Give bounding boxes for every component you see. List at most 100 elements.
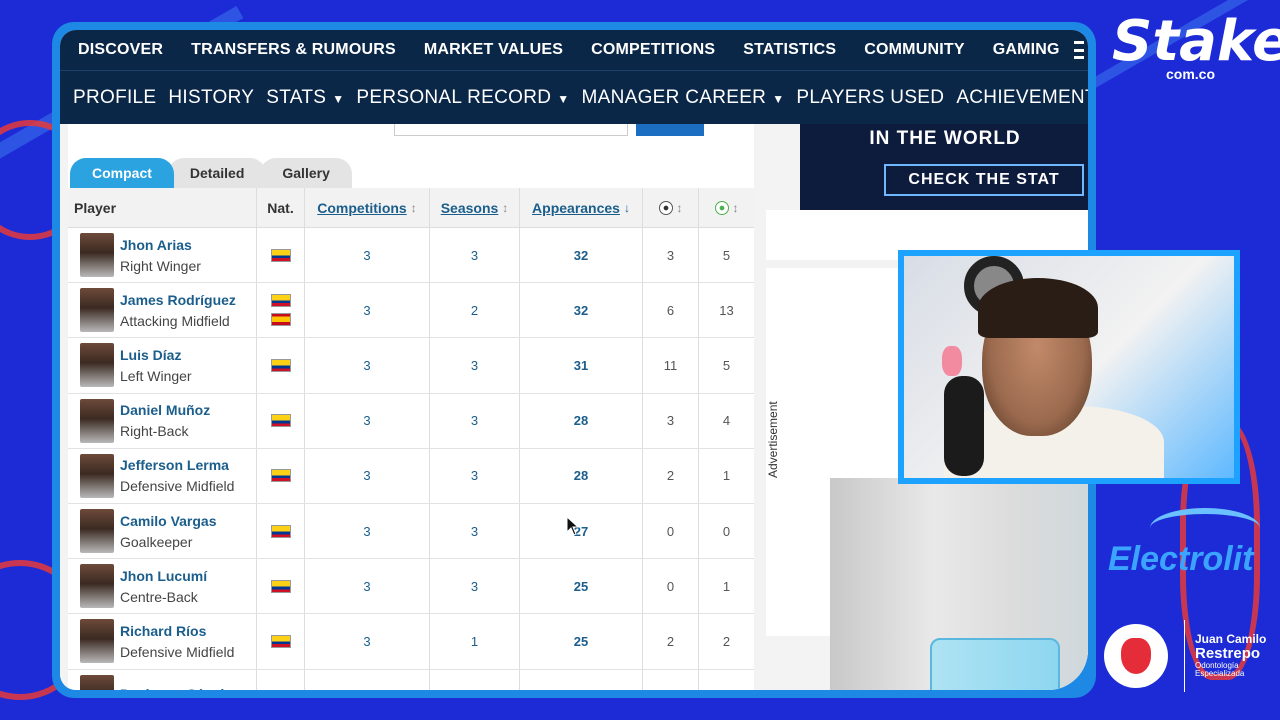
header-nationality: Nat. xyxy=(256,188,304,227)
player-name-link[interactable]: James Rodríguez xyxy=(120,292,236,308)
appearances-cell[interactable]: 25 xyxy=(519,614,642,669)
appearances-cell[interactable]: 31 xyxy=(519,338,642,393)
seasons-cell: 3 xyxy=(429,228,519,283)
player-cell: Richard Ríos Defensive Midfield xyxy=(68,614,256,668)
nationality-cell xyxy=(256,338,304,393)
player-avatar[interactable] xyxy=(80,619,114,664)
sort-seasons-link[interactable]: Seasons xyxy=(441,200,499,216)
competitions-cell[interactable]: 3 xyxy=(304,559,429,614)
player-name-link[interactable]: Jhon Lucumí xyxy=(120,568,207,584)
tab-compact[interactable]: Compact xyxy=(70,158,174,188)
sub-nav-item[interactable]: PROFILE xyxy=(73,87,162,109)
player-avatar[interactable] xyxy=(80,453,114,498)
header-seasons[interactable]: Seasons ↕ xyxy=(429,188,519,227)
toy-decor xyxy=(942,346,962,376)
divider xyxy=(1184,620,1185,692)
appearances-cell[interactable]: 28 xyxy=(519,448,642,503)
competitions-cell[interactable]: 3 xyxy=(304,283,429,338)
seasons-cell: 3 xyxy=(429,393,519,448)
nationality-cell xyxy=(256,669,304,690)
sort-competitions-link[interactable]: Competitions xyxy=(317,200,406,216)
players-panel: Compact Detailed Gallery Player Nat. Com… xyxy=(68,124,754,690)
flag-es-icon xyxy=(270,313,291,327)
player-info: Richard Ríos Defensive Midfield xyxy=(120,623,234,660)
goals-cell: 3 xyxy=(642,228,698,283)
sub-nav-item[interactable]: STATS ▼ xyxy=(266,87,350,109)
competitions-cell[interactable]: 3 xyxy=(304,448,429,503)
stat-ad-banner[interactable]: IN THE WORLD CHECK THE STAT xyxy=(800,124,1088,210)
player-avatar[interactable] xyxy=(80,233,114,278)
search-button[interactable] xyxy=(636,124,704,136)
tooth-logo-icon xyxy=(1104,624,1168,688)
sub-nav-item[interactable]: PLAYERS USED xyxy=(796,87,950,109)
sub-nav-label: PROFILE xyxy=(73,86,157,108)
bottle-image xyxy=(930,638,1060,690)
player-avatar[interactable] xyxy=(80,343,114,388)
appearances-cell[interactable]: 28 xyxy=(519,393,642,448)
top-nav-item[interactable]: COMPETITIONS xyxy=(577,41,729,59)
search-input[interactable] xyxy=(394,124,628,136)
assists-cell: 13 xyxy=(698,283,754,338)
ad-image[interactable] xyxy=(830,478,1088,690)
appearances-cell[interactable]: 24 xyxy=(519,669,642,690)
tab-detailed[interactable]: Detailed xyxy=(167,158,267,188)
header-assists[interactable]: ↕ xyxy=(698,188,754,227)
check-the-stat-button[interactable]: CHECK THE STAT xyxy=(884,164,1084,196)
assists-ball-icon xyxy=(714,200,729,215)
sub-nav-item[interactable]: HISTORY xyxy=(168,87,260,109)
sort-appearances-link[interactable]: Appearances xyxy=(532,200,620,216)
player-avatar[interactable] xyxy=(80,564,114,609)
table-row: Jhon Lucumí Centre-Back 3 3 25 0 1 xyxy=(68,559,754,615)
header-goals[interactable]: ↕ xyxy=(642,188,698,227)
player-name-link[interactable]: Camilo Vargas xyxy=(120,513,217,529)
player-cell: Jhon Arias Right Winger xyxy=(68,228,256,282)
assists-cell: 0 xyxy=(698,503,754,559)
player-name-link[interactable]: Luis Díaz xyxy=(120,347,192,363)
top-nav-item[interactable]: COMMUNITY xyxy=(850,41,978,59)
table-body: Jhon Arias Right Winger 3 3 32 3 5 James… xyxy=(68,228,754,690)
appearances-cell[interactable]: 32 xyxy=(519,283,642,338)
appearances-cell[interactable]: 25 xyxy=(519,559,642,614)
player-name-link[interactable]: Davinson Sánchez xyxy=(120,686,244,690)
competitions-cell[interactable]: 3 xyxy=(304,669,429,690)
caret-down-icon: ▼ xyxy=(772,91,785,106)
nationality-cell xyxy=(256,393,304,448)
player-name-link[interactable]: Jefferson Lerma xyxy=(120,457,234,473)
player-name-link[interactable]: Jhon Arias xyxy=(120,237,201,253)
top-nav-item[interactable]: TRANSFERS & RUMOURS xyxy=(177,41,410,59)
top-nav-item[interactable]: DISCOVER xyxy=(70,41,177,59)
player-avatar[interactable] xyxy=(80,509,114,554)
competitions-cell[interactable]: 3 xyxy=(304,338,429,393)
player-avatar[interactable] xyxy=(80,288,114,333)
top-nav-item[interactable]: MARKET VALUES xyxy=(410,41,577,59)
goals-cell: 0 xyxy=(642,503,698,559)
goals-cell: 0 xyxy=(642,559,698,614)
assists-cell: 5 xyxy=(698,338,754,393)
sub-nav-item[interactable]: PERSONAL RECORD ▼ xyxy=(356,87,575,109)
hamburger-menu-icon[interactable] xyxy=(1073,41,1084,59)
sub-nav-label: PERSONAL RECORD xyxy=(356,86,552,108)
player-position: Defensive Midfield xyxy=(120,478,235,495)
competitions-cell[interactable]: 3 xyxy=(304,614,429,669)
player-name-link[interactable]: Richard Ríos xyxy=(120,623,234,639)
player-avatar[interactable] xyxy=(80,674,114,690)
player-cell: Camilo Vargas Goalkeeper xyxy=(68,504,256,558)
sub-nav-item[interactable]: MANAGER CAREER ▼ xyxy=(581,87,790,109)
competitions-cell[interactable]: 3 xyxy=(304,393,429,448)
header-competitions[interactable]: Competitions ↕ xyxy=(304,188,429,227)
player-avatar[interactable] xyxy=(80,398,114,443)
sub-nav-label: MANAGER CAREER xyxy=(581,86,767,108)
tab-gallery[interactable]: Gallery xyxy=(260,158,352,188)
player-name-link[interactable]: Daniel Muñoz xyxy=(120,402,210,418)
appearances-cell[interactable]: 32 xyxy=(519,228,642,283)
appearances-cell[interactable]: 27 xyxy=(519,503,642,559)
seasons-cell: 3 xyxy=(429,503,519,559)
top-nav-item[interactable]: STATISTICS xyxy=(729,41,850,59)
sub-nav-item[interactable]: ACHIEVEMENTS xyxy=(956,87,1088,109)
top-nav-item[interactable]: GAMING xyxy=(979,41,1074,59)
caret-down-icon: ▼ xyxy=(557,91,570,106)
competitions-cell[interactable]: 3 xyxy=(304,503,429,559)
competitions-cell[interactable]: 3 xyxy=(304,228,429,283)
header-appearances[interactable]: Appearances ↓ xyxy=(519,188,642,227)
assists-cell: 4 xyxy=(698,393,754,448)
